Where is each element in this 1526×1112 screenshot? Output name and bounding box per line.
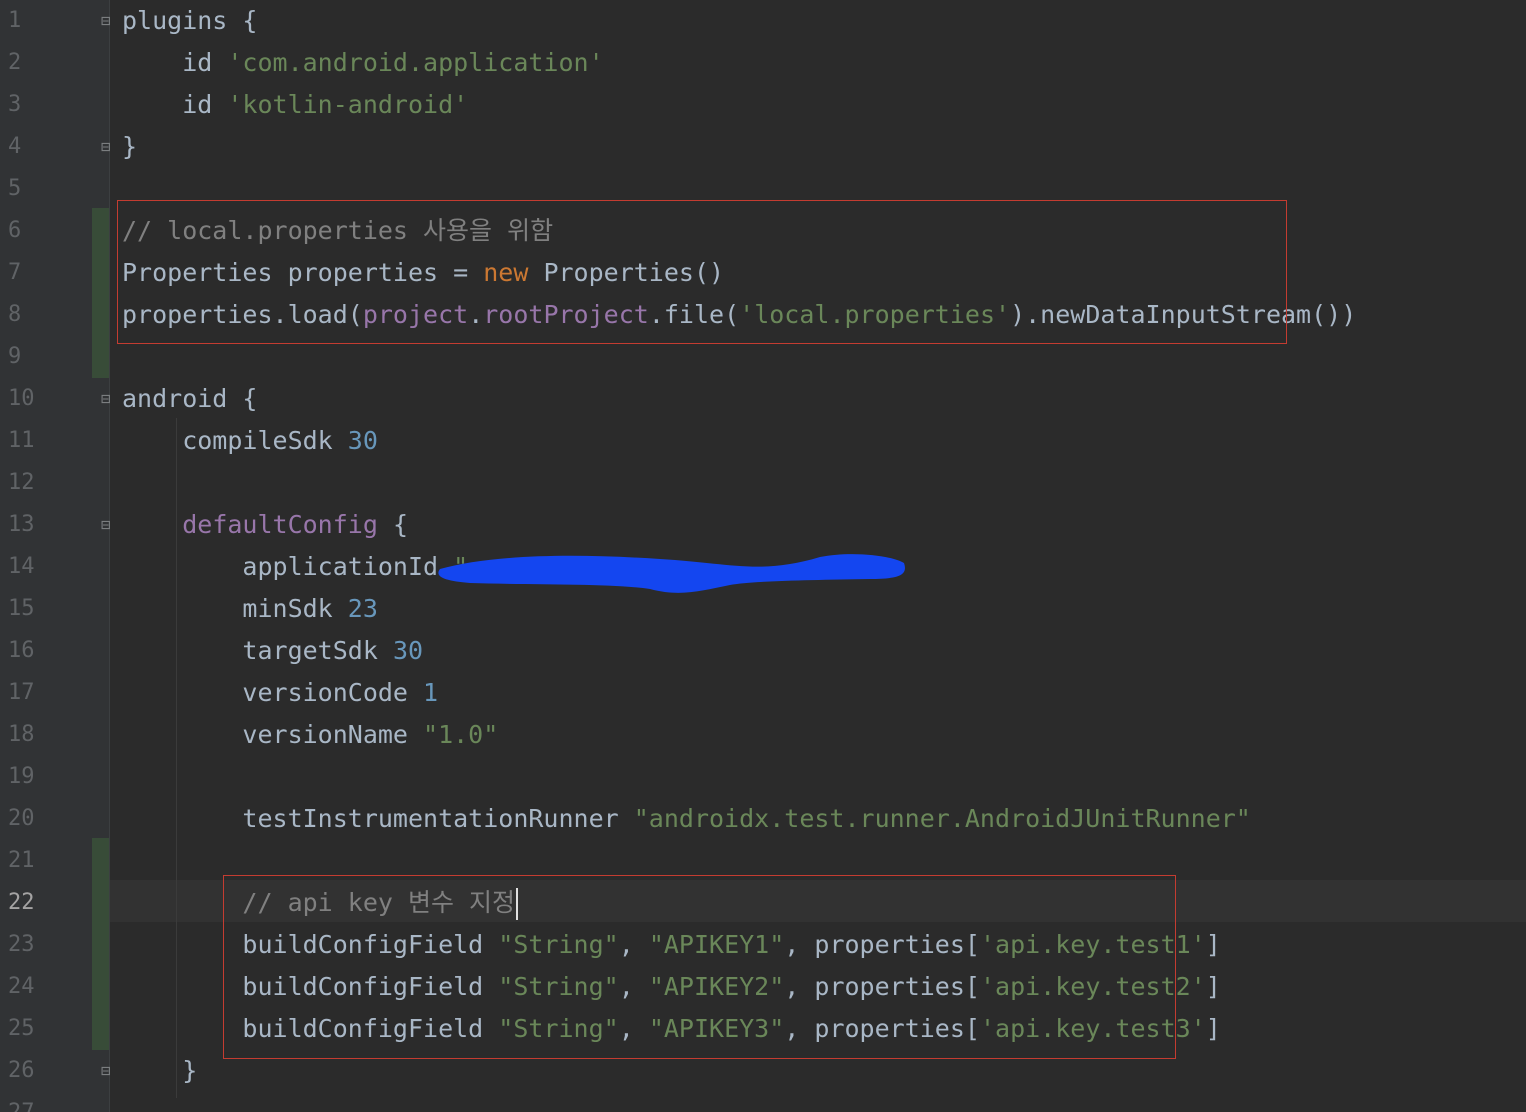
line-number: 15 — [8, 596, 35, 621]
code-line[interactable]: 27 — [0, 1092, 1526, 1112]
line-number: 2 — [8, 50, 22, 75]
code-token: "androidx.test.runner.AndroidJUnitRunner… — [633, 804, 1251, 833]
fold-collapse-icon[interactable]: ⊟ — [101, 0, 111, 42]
code-text: versionCode 1 — [122, 672, 438, 714]
code-token: applicationId — [122, 552, 454, 581]
code-editor[interactable]: 1 plugins { 2 id 'com.android.application'… — [0, 0, 1526, 1112]
line-number: 8 — [8, 302, 22, 327]
line-number: 12 — [8, 470, 35, 495]
code-line[interactable]: 1 plugins { — [0, 0, 1526, 42]
code-text: compileSdk 30 — [122, 420, 378, 462]
line-number: 25 — [8, 1016, 35, 1041]
line-number: 14 — [8, 554, 35, 579]
code-text: versionName "1.0" — [122, 714, 498, 756]
fold-end-icon[interactable]: ⊟ — [101, 126, 111, 168]
code-text: id 'kotlin-android' — [122, 84, 468, 126]
code-token: 30 — [392, 636, 424, 665]
redaction-scribble — [438, 554, 905, 593]
code-text: minSdk 23 — [122, 588, 378, 630]
code-text: targetSdk 30 — [122, 630, 423, 672]
code-token: id — [122, 48, 228, 77]
code-token: { — [377, 510, 408, 539]
code-line[interactable]: 11 compileSdk 30 — [0, 420, 1526, 462]
line-number: 23 — [8, 932, 35, 957]
code-line[interactable]: 12 — [0, 462, 1526, 504]
code-text: plugins { — [122, 0, 257, 42]
line-number: 27 — [8, 1092, 54, 1112]
fold-collapse-icon[interactable]: ⊟ — [101, 504, 111, 546]
line-number: 4 — [8, 134, 22, 159]
line-number: 9 — [8, 344, 22, 369]
code-token: versionCode — [122, 678, 424, 707]
line-number: 16 — [8, 638, 35, 663]
annotation-box-properties — [117, 200, 1287, 344]
line-number: 6 — [8, 218, 22, 243]
code-token: id — [122, 90, 228, 119]
code-line[interactable]: 2 id 'com.android.application' — [0, 42, 1526, 84]
code-token: } — [122, 1056, 198, 1085]
code-token: 30 — [347, 426, 378, 455]
line-number: 20 — [8, 806, 35, 831]
code-token: minSdk — [122, 594, 348, 623]
code-token: ] — [1205, 930, 1221, 959]
code-token: ] — [1205, 972, 1221, 1001]
line-number: 19 — [8, 764, 35, 789]
line-number: 18 — [8, 722, 35, 747]
line-number: 3 — [8, 92, 22, 117]
fold-end-icon[interactable]: ⊟ — [101, 1050, 111, 1092]
code-token: android { — [122, 384, 258, 413]
code-token: ] — [1205, 1014, 1221, 1043]
code-line[interactable]: 20 testInstrumentationRunner "androidx.t… — [0, 798, 1526, 840]
line-number: 1 — [8, 8, 22, 33]
code-text: } — [122, 1050, 197, 1092]
code-line[interactable]: 4} — [0, 126, 1526, 168]
code-token: "1.0" — [423, 720, 499, 749]
code-line[interactable]: 18 versionName "1.0" — [0, 714, 1526, 756]
fold-collapse-icon[interactable]: ⊟ — [101, 378, 111, 420]
line-number: 22 — [8, 890, 35, 915]
annotation-box-api-keys — [223, 875, 1176, 1059]
code-token: 23 — [347, 594, 378, 623]
code-text: id 'com.android.application' — [122, 42, 604, 84]
line-number: 11 — [8, 428, 35, 453]
code-token: compileSdk — [122, 426, 348, 455]
line-number: 21 — [8, 848, 35, 873]
code-token: } — [122, 132, 138, 161]
line-number: 5 — [8, 176, 22, 201]
code-token: plugins { — [122, 6, 258, 35]
code-token: versionName — [122, 720, 424, 749]
code-text: testInstrumentationRunner "androidx.test… — [122, 798, 1251, 840]
code-token: testInstrumentationRunner — [122, 804, 634, 833]
line-number: 7 — [8, 260, 22, 285]
code-line[interactable]: 16 targetSdk 30 — [0, 630, 1526, 672]
code-line[interactable]: 13 defaultConfig { — [0, 504, 1526, 546]
code-line[interactable]: 10 android { — [0, 378, 1526, 420]
line-number: 17 — [8, 680, 35, 705]
code-text: android { — [122, 378, 257, 420]
line-number: 26 — [8, 1058, 35, 1083]
code-line[interactable]: 3 id 'kotlin-android' — [0, 84, 1526, 126]
code-line[interactable]: 19 — [0, 756, 1526, 798]
code-token: 1 — [423, 678, 439, 707]
code-token: targetSdk — [122, 636, 393, 665]
code-text: defaultConfig { — [122, 504, 408, 546]
code-line[interactable]: 17 versionCode 1 — [0, 672, 1526, 714]
code-text: } — [122, 126, 137, 168]
line-number: 10 — [8, 386, 35, 411]
code-token: 'com.android.application' — [227, 48, 604, 77]
line-number: 24 — [8, 974, 35, 999]
line-number: 13 — [8, 512, 35, 537]
code-token: 'kotlin-android' — [227, 90, 469, 119]
code-token: defaultConfig — [182, 510, 378, 539]
code-text: applicationId " — [122, 546, 468, 588]
